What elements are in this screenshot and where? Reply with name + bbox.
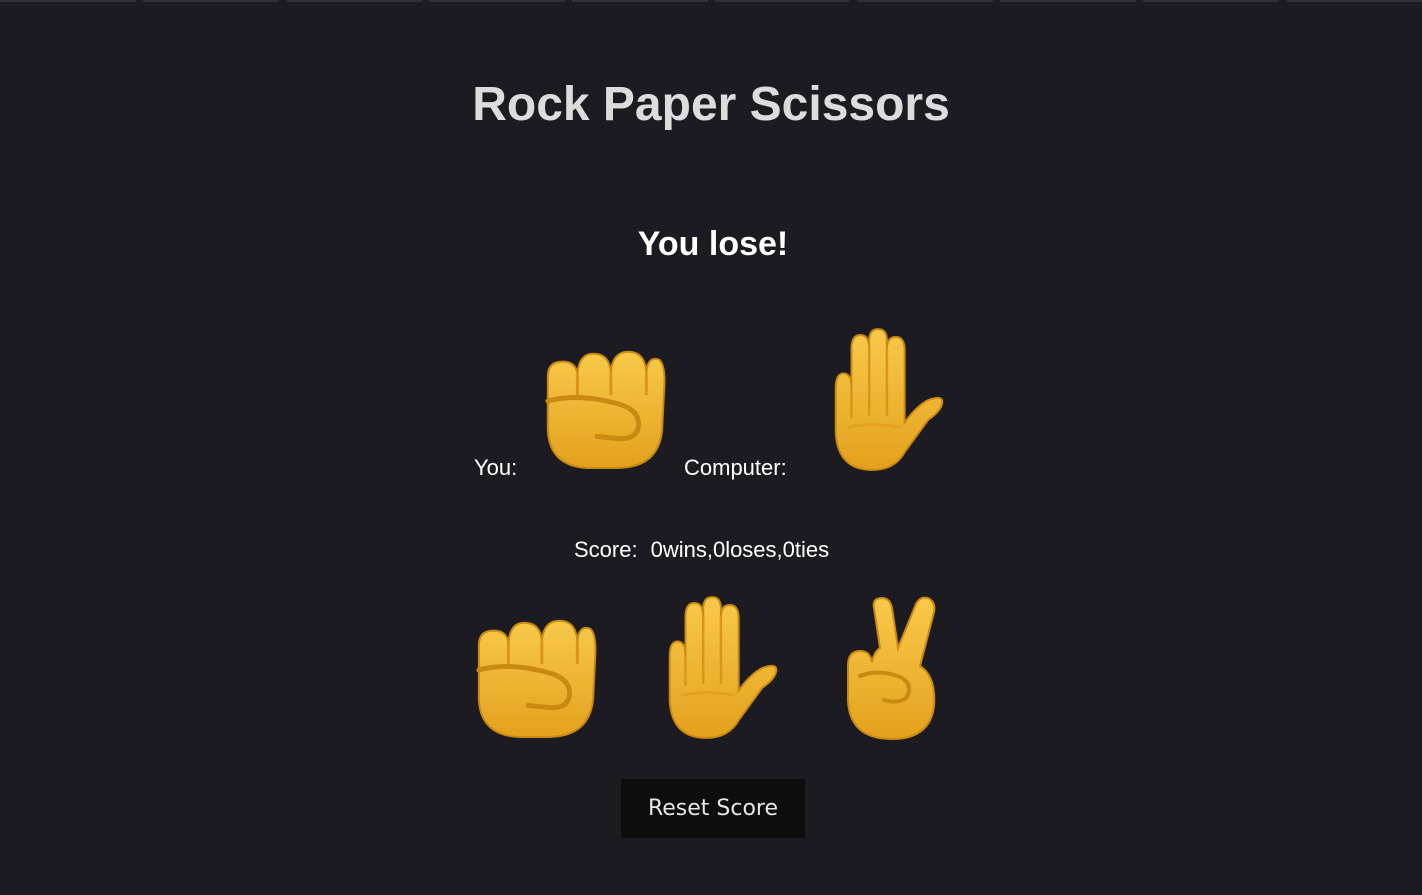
rock-button[interactable]: [469, 600, 597, 743]
you-label: You:: [474, 455, 518, 480]
browser-tab-strip: [0, 0, 1422, 3]
paper-button[interactable]: [652, 596, 780, 744]
reset-score-button[interactable]: Reset Score: [621, 779, 805, 838]
paper-hand-icon: [818, 328, 946, 473]
computer-label: Computer:: [684, 455, 787, 480]
paper-hand-icon: [652, 596, 780, 741]
score-line: Score: 0wins,0loses,0ties: [574, 537, 829, 563]
rock-fist-icon: [469, 600, 597, 740]
scissors-victory-hand-icon: [840, 596, 940, 741]
score-label: Score:: [574, 537, 638, 562]
page-title: Rock Paper Scissors: [472, 78, 950, 131]
moves-display: You: Computer:: [474, 320, 974, 485]
score-value: 0wins,0loses,0ties: [650, 537, 830, 562]
scissors-button[interactable]: [840, 596, 940, 744]
rock-fist-icon: [538, 332, 666, 470]
result-message: You lose!: [637, 225, 789, 263]
